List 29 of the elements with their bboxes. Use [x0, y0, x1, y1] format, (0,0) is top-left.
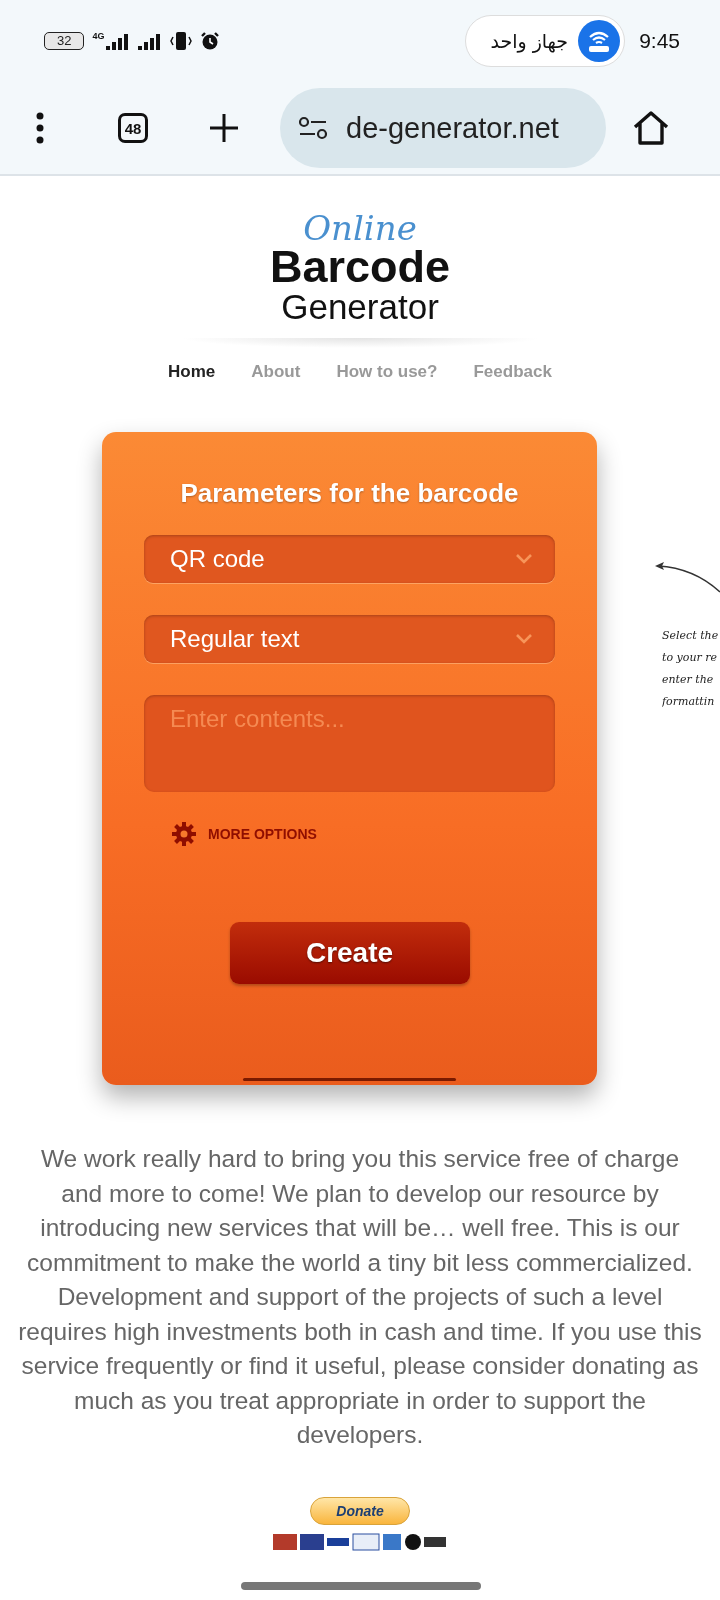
logo-subtitle: Generator: [281, 288, 439, 326]
donate-button[interactable]: Donate: [310, 1496, 410, 1525]
vibrate-icon: [170, 31, 193, 51]
menu-icon[interactable]: [36, 112, 44, 144]
donation-message: We work really hard to bring you this service free of charge and more to come! We plan to develop our resource by introducing new services that will be… well free. This is our commitment to make the world a tiny bit less commercialized. Development and support of the projects of such a level requires high investments both in cash and time. If you use this service frequently or find it useful, please consider donating as much as you treat appropriate in order to support the developers.: [18, 1144, 702, 1450]
network-type: 4G: [92, 32, 105, 41]
new-tab-icon[interactable]: [208, 112, 240, 144]
battery-level: 32: [44, 32, 85, 50]
create-button[interactable]: Create: [229, 922, 470, 984]
gear-icon: [172, 822, 196, 846]
dropdown[interactable]: QR code: [144, 535, 555, 583]
home-icon[interactable]: [632, 110, 670, 146]
chevron-down-icon: [515, 553, 533, 565]
hint-note: Select the to your re enter the formattin: [662, 628, 720, 710]
nav-link[interactable]: Home: [168, 362, 216, 382]
alarm-icon: [200, 31, 221, 51]
chevron-down-icon: [515, 633, 533, 645]
form-title: Parameters for the barcode: [180, 478, 519, 509]
logo-script: Online: [303, 210, 417, 246]
tab-count-button[interactable]: 48: [118, 113, 148, 143]
signal-icon: [106, 32, 131, 50]
router-icon: [578, 20, 621, 62]
dropdown[interactable]: Regular text: [144, 615, 555, 663]
address-bar[interactable]: de-generator.net: [280, 88, 606, 168]
clock-time: 9:45: [639, 29, 680, 53]
site-settings-icon[interactable]: [298, 116, 328, 140]
connection-chip[interactable]: جهاز واحد: [465, 15, 626, 67]
logo-title: Barcode: [269, 246, 451, 288]
signal-icon: [138, 32, 163, 50]
